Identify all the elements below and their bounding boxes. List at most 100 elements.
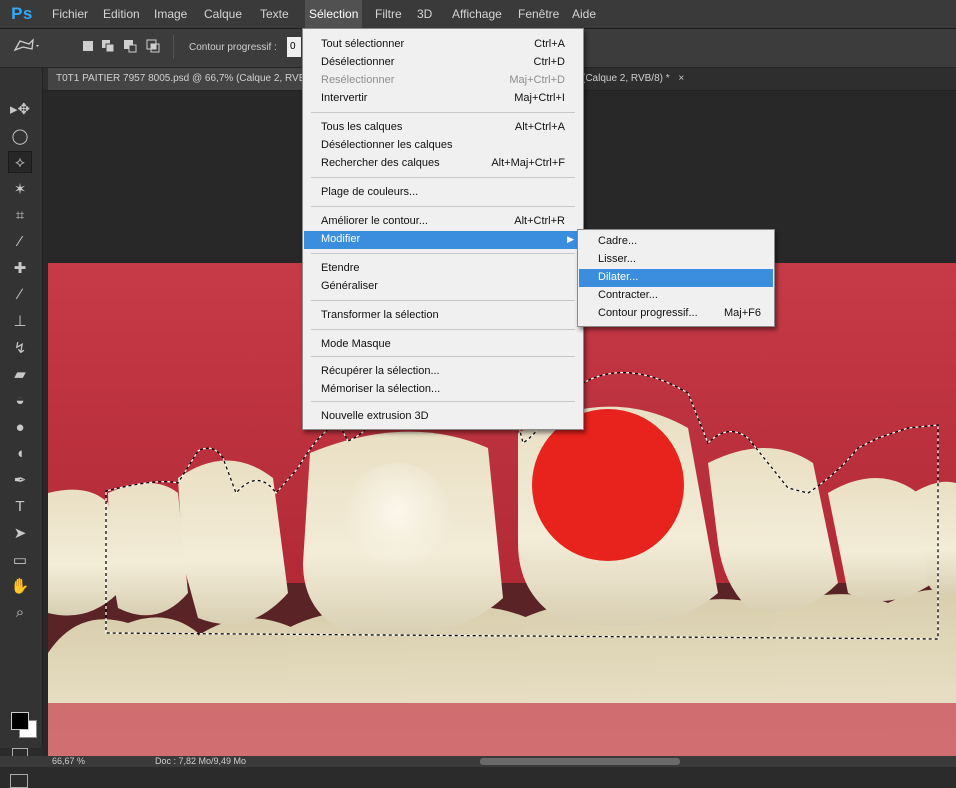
menu-separator (311, 112, 575, 113)
menu-filtre[interactable]: Filtre (371, 0, 406, 28)
submenu-item-cadre[interactable]: Cadre... (579, 233, 773, 251)
clone-stamp-icon[interactable]: ⊥ (8, 310, 32, 332)
menu-item-shortcut: Ctrl+D (533, 56, 565, 68)
subtract-selection-icon[interactable] (122, 38, 138, 54)
hand-tool-icon[interactable]: ✋ (8, 575, 32, 597)
menu-item-label: Rechercher des calques (321, 157, 440, 169)
rectangle-tool-icon[interactable]: ▭ (8, 549, 32, 571)
menu-image[interactable]: Image (150, 0, 191, 28)
menu-texte[interactable]: Texte (256, 0, 293, 28)
submenu-item-contracter[interactable]: Contracter... (579, 287, 773, 305)
submenu-item-label: Contour progressif... (598, 307, 698, 319)
menu-item-modifier[interactable]: Modifier ▶ (304, 231, 582, 249)
options-divider (173, 35, 174, 59)
menu-item-tout-selectionner[interactable]: Tout sélectionner Ctrl+A (304, 36, 582, 54)
crop-tool-icon[interactable]: ⌗ (8, 204, 32, 226)
brush-tool-icon[interactable]: ∕ (8, 284, 32, 306)
menu-item-label: Nouvelle extrusion 3D (321, 410, 429, 422)
menu-item-label: Resélectionner (321, 74, 395, 86)
menu-item-intervertir[interactable]: Intervertir Maj+Ctrl+I (304, 90, 582, 108)
magic-wand-icon[interactable]: ✶ (8, 178, 32, 200)
polygonal-lasso-icon[interactable]: ⟡ (8, 151, 32, 173)
add-to-selection-icon[interactable] (100, 38, 116, 54)
lasso-polygonal-icon[interactable] (12, 38, 40, 54)
submenu-item-label: Cadre... (598, 235, 638, 247)
intersect-selection-icon[interactable] (145, 38, 161, 54)
zoom-tool-icon[interactable]: ⌕ (8, 602, 32, 624)
screen-mode-icon[interactable] (10, 774, 28, 788)
submenu-arrow-icon: ▶ (567, 234, 574, 244)
menu-item-deselectionner-les-calques[interactable]: Désélectionner les calques (304, 137, 582, 155)
submenu-item-label: Contracter... (598, 289, 658, 301)
menu-item-label: Désélectionner les calques (321, 139, 453, 151)
menu-affichage[interactable]: Affichage (448, 0, 506, 28)
tab-close-icon[interactable]: × (678, 73, 684, 84)
healing-brush-icon[interactable]: ✚ (8, 257, 32, 279)
menu-fichier[interactable]: Fichier (48, 0, 92, 28)
menu-calque[interactable]: Calque (200, 0, 246, 28)
elliptical-marquee-icon[interactable]: ◯ (8, 125, 32, 147)
menu-separator (311, 329, 575, 330)
menu-item-label: Etendre (321, 262, 360, 274)
menu-item-transformer-la-selection[interactable]: Transformer la sélection (304, 307, 582, 325)
eyedropper-icon[interactable]: ⁄ (8, 231, 32, 253)
horizontal-scrollbar[interactable] (480, 758, 680, 765)
red-circle-marker (532, 409, 684, 561)
menu-item-generaliser[interactable]: Généraliser (304, 278, 582, 296)
submenu-item-dilater[interactable]: Dilater... (579, 269, 773, 287)
blur-tool-icon[interactable]: ● (8, 416, 32, 438)
menu-item-label: Tout sélectionner (321, 38, 405, 50)
menu-item-shortcut: Alt+Ctrl+R (514, 215, 565, 227)
history-brush-icon[interactable]: ↯ (8, 337, 32, 359)
menu-item-mode-masque[interactable]: Mode Masque (304, 336, 582, 354)
menu-separator (311, 177, 575, 178)
document-tab[interactable]: (Calque 2, RVB/8) * × (582, 68, 684, 90)
menu-item-label: Intervertir (321, 92, 368, 104)
menu-separator (311, 253, 575, 254)
modifier-submenu: Cadre... Lisser... Dilater... Contracter...… (577, 229, 775, 327)
menu-item-label: Désélectionner (321, 56, 395, 68)
status-bar: 66,67 % Doc : 7,82 Mo/9,49 Mo (0, 756, 956, 767)
menu-item-label: Transformer la sélection (321, 309, 439, 321)
menu-item-rechercher-des-calques[interactable]: Rechercher des calques Alt+Maj+Ctrl+F (304, 155, 582, 173)
pen-tool-icon[interactable]: ✒ (8, 469, 32, 491)
menu-item-reselectionner: Resélectionner Maj+Ctrl+D (304, 72, 582, 90)
photoshop-logo: Ps (11, 4, 33, 23)
menu-item-label: Plage de couleurs... (321, 186, 419, 198)
menu-separator (311, 300, 575, 301)
tools-panel: ▸✥ ◯ ⟡ ✶ ⌗ ⁄ ✚ ∕ ⊥ ↯ ▰ ◒ ● ◖ ✒ T ➤ ▭ ✋ ⌕ (0, 68, 43, 788)
menu-3d[interactable]: 3D (413, 0, 436, 28)
move-tool-icon[interactable]: ▸✥ (8, 98, 32, 120)
menu-item-nouvelle-extrusion-3d[interactable]: Nouvelle extrusion 3D (304, 408, 582, 426)
menu-item-memoriser-la-selection[interactable]: Mémoriser la sélection... (304, 381, 582, 399)
menu-selection[interactable]: Sélection (305, 0, 363, 28)
menu-item-etendre[interactable]: Etendre (304, 260, 582, 278)
menu-item-label: Tous les calques (321, 121, 403, 133)
document-tab-title: (Calque 2, RVB/8) * (582, 73, 670, 84)
document-tab-active[interactable]: T0T1 PAITIER 7957 8005.psd @ 66,7% (Calq… (48, 68, 308, 90)
menu-item-plage-de-couleurs[interactable]: Plage de couleurs... (304, 184, 582, 202)
zoom-level[interactable]: 66,67 % (52, 756, 85, 767)
submenu-item-contour-progressif[interactable]: Contour progressif... Maj+F6 (579, 305, 773, 323)
menu-item-tous-les-calques[interactable]: Tous les calques Alt+Ctrl+A (304, 119, 582, 137)
menu-item-recuperer-la-selection[interactable]: Récupérer la sélection... (304, 363, 582, 381)
foreground-color-swatch[interactable] (11, 712, 29, 730)
menu-item-label: Mode Masque (321, 338, 391, 350)
type-tool-icon[interactable]: T (8, 496, 32, 518)
menu-bar: Ps Fichier Edition Image Calque Texte Sélecti… (0, 0, 956, 29)
submenu-item-lisser[interactable]: Lisser... (579, 251, 773, 269)
eraser-icon[interactable]: ▰ (8, 363, 32, 385)
path-selection-icon[interactable]: ➤ (8, 522, 32, 544)
selection-menu-dropdown: Tout sélectionner Ctrl+A Désélectionner Ctr… (302, 28, 584, 430)
new-selection-icon[interactable] (80, 38, 96, 54)
menu-item-ameliorer-le-contour[interactable]: Améliorer le contour... Alt+Ctrl+R (304, 213, 582, 231)
menu-aide[interactable]: Aide (568, 0, 600, 28)
menu-item-deselectionner[interactable]: Désélectionner Ctrl+D (304, 54, 582, 72)
contour-progressif-input[interactable]: 0 (287, 37, 301, 57)
menu-fenetre[interactable]: Fenêtre (514, 0, 563, 28)
menu-item-label: Généraliser (321, 280, 378, 292)
menu-item-label: Récupérer la sélection... (321, 365, 440, 377)
menu-edition[interactable]: Edition (99, 0, 144, 28)
paint-bucket-icon[interactable]: ◒ (8, 390, 32, 412)
dodge-tool-icon[interactable]: ◖ (8, 443, 32, 465)
